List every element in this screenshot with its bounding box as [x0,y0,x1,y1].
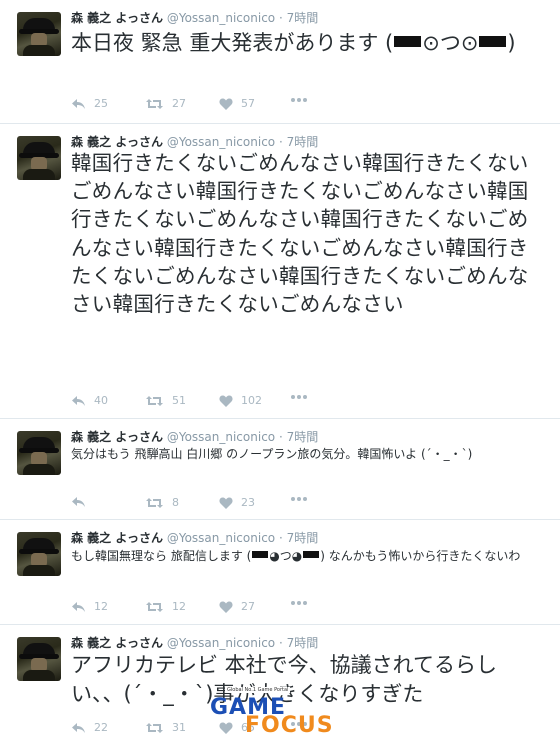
reply-button[interactable]: 12 [71,600,108,613]
reply-button[interactable]: 40 [71,394,108,407]
reply-icon [72,395,85,406]
like-icon [219,395,233,407]
like-icon [219,722,233,734]
reply-icon [72,722,85,733]
retweet-icon [146,601,163,612]
like-icon [219,601,233,613]
tweet-header: 森 義之 よっさん @Yossan_niconico · 7時間 [71,531,319,545]
retweet-icon [146,98,163,109]
reply-icon [72,98,85,109]
retweet-button[interactable]: 12 [145,600,186,613]
timestamp[interactable]: 7時間 [287,135,319,149]
display-name[interactable]: 森 義之 よっさん [71,11,163,25]
handle[interactable]: @Yossan_niconico [167,135,275,149]
handle[interactable]: @Yossan_niconico [167,636,275,650]
retweet-icon [146,497,163,508]
timestamp[interactable]: 7時間 [287,11,319,25]
tweet-5: 森 義之 よっさん @Yossan_niconico · 7時間 アフリカテレビ… [0,625,560,746]
reply-button[interactable] [71,496,94,508]
more-button[interactable] [290,721,308,727]
timestamp[interactable]: 7時間 [287,430,319,444]
display-name[interactable]: 森 義之 よっさん [71,430,163,444]
censor-bar [252,551,269,558]
retweet-button[interactable]: 51 [145,394,186,407]
more-button[interactable] [290,496,308,502]
avatar[interactable] [17,637,61,681]
like-button[interactable]: 102 [219,394,262,407]
like-icon [219,497,233,509]
more-button[interactable] [290,97,308,103]
like-button[interactable]: 27 [219,600,255,613]
retweet-icon [146,722,163,733]
tweet-header: 森 義之 よっさん @Yossan_niconico · 7時間 [71,430,319,444]
censor-bar [303,551,320,558]
more-icon [291,722,307,726]
tweet-text: もし韓国無理なら 旅配信します (◕つ◕) なんかもう怖いから行きたくないわ [71,549,521,563]
handle[interactable]: @Yossan_niconico [167,11,275,25]
tweet-1: 森 義之 よっさん @Yossan_niconico · 7時間 本日夜 緊急 … [0,0,560,124]
tweet-header: 森 義之 よっさん @Yossan_niconico · 7時間 [71,135,319,149]
avatar[interactable] [17,136,61,180]
reply-button[interactable]: 25 [71,97,108,110]
handle[interactable]: @Yossan_niconico [167,531,275,545]
censor-bar [479,36,507,47]
tweet-text: アフリカテレビ 本社で今、協議されてるらしい、、(´・_・`)事が大きくなりすぎ… [71,653,498,706]
display-name[interactable]: 森 義之 よっさん [71,135,163,149]
like-button[interactable]: 65 [219,721,255,734]
tweet-3: 森 義之 よっさん @Yossan_niconico · 7時間 気分はもう 飛… [0,419,560,520]
reply-icon [72,497,85,507]
avatar[interactable] [17,12,61,56]
more-icon [291,601,307,605]
timestamp[interactable]: 7時間 [287,636,319,650]
retweet-button[interactable]: 27 [145,97,186,110]
retweet-icon [146,395,163,406]
tweet-text: 本日夜 緊急 重大発表があります (⊙つ⊙) [71,31,516,55]
more-icon [291,497,307,501]
more-icon [291,98,307,102]
like-icon [219,98,233,110]
avatar[interactable] [17,532,61,576]
tweet-4: 森 義之 よっさん @Yossan_niconico · 7時間 もし韓国無理な… [0,520,560,625]
tweet-2: 森 義之 よっさん @Yossan_niconico · 7時間 韓国行きたくな… [0,124,560,419]
reply-icon [72,601,85,612]
display-name[interactable]: 森 義之 よっさん [71,531,163,545]
handle[interactable]: @Yossan_niconico [167,430,275,444]
more-icon [291,395,307,399]
tweet-text: 韓国行きたくないごめんなさい韓国行きたくないごめんなさい韓国行きたくないごめんな… [71,151,529,317]
more-button[interactable] [290,394,308,400]
retweet-button[interactable]: 31 [145,721,186,734]
reply-button[interactable]: 22 [71,721,108,734]
tweet-text: 気分はもう 飛騨高山 白川郷 のノープラン旅の気分。韓国怖いよ (´・_・`) [71,447,473,461]
display-name[interactable]: 森 義之 よっさん [71,636,163,650]
retweet-button[interactable]: 8 [145,496,179,509]
timestamp[interactable]: 7時間 [287,531,319,545]
tweet-header: 森 義之 よっさん @Yossan_niconico · 7時間 [71,636,319,650]
more-button[interactable] [290,600,308,606]
avatar[interactable] [17,431,61,475]
tweet-header: 森 義之 よっさん @Yossan_niconico · 7時間 [71,11,319,25]
censor-bar [394,36,422,47]
like-button[interactable]: 23 [219,496,255,509]
like-button[interactable]: 57 [219,97,255,110]
